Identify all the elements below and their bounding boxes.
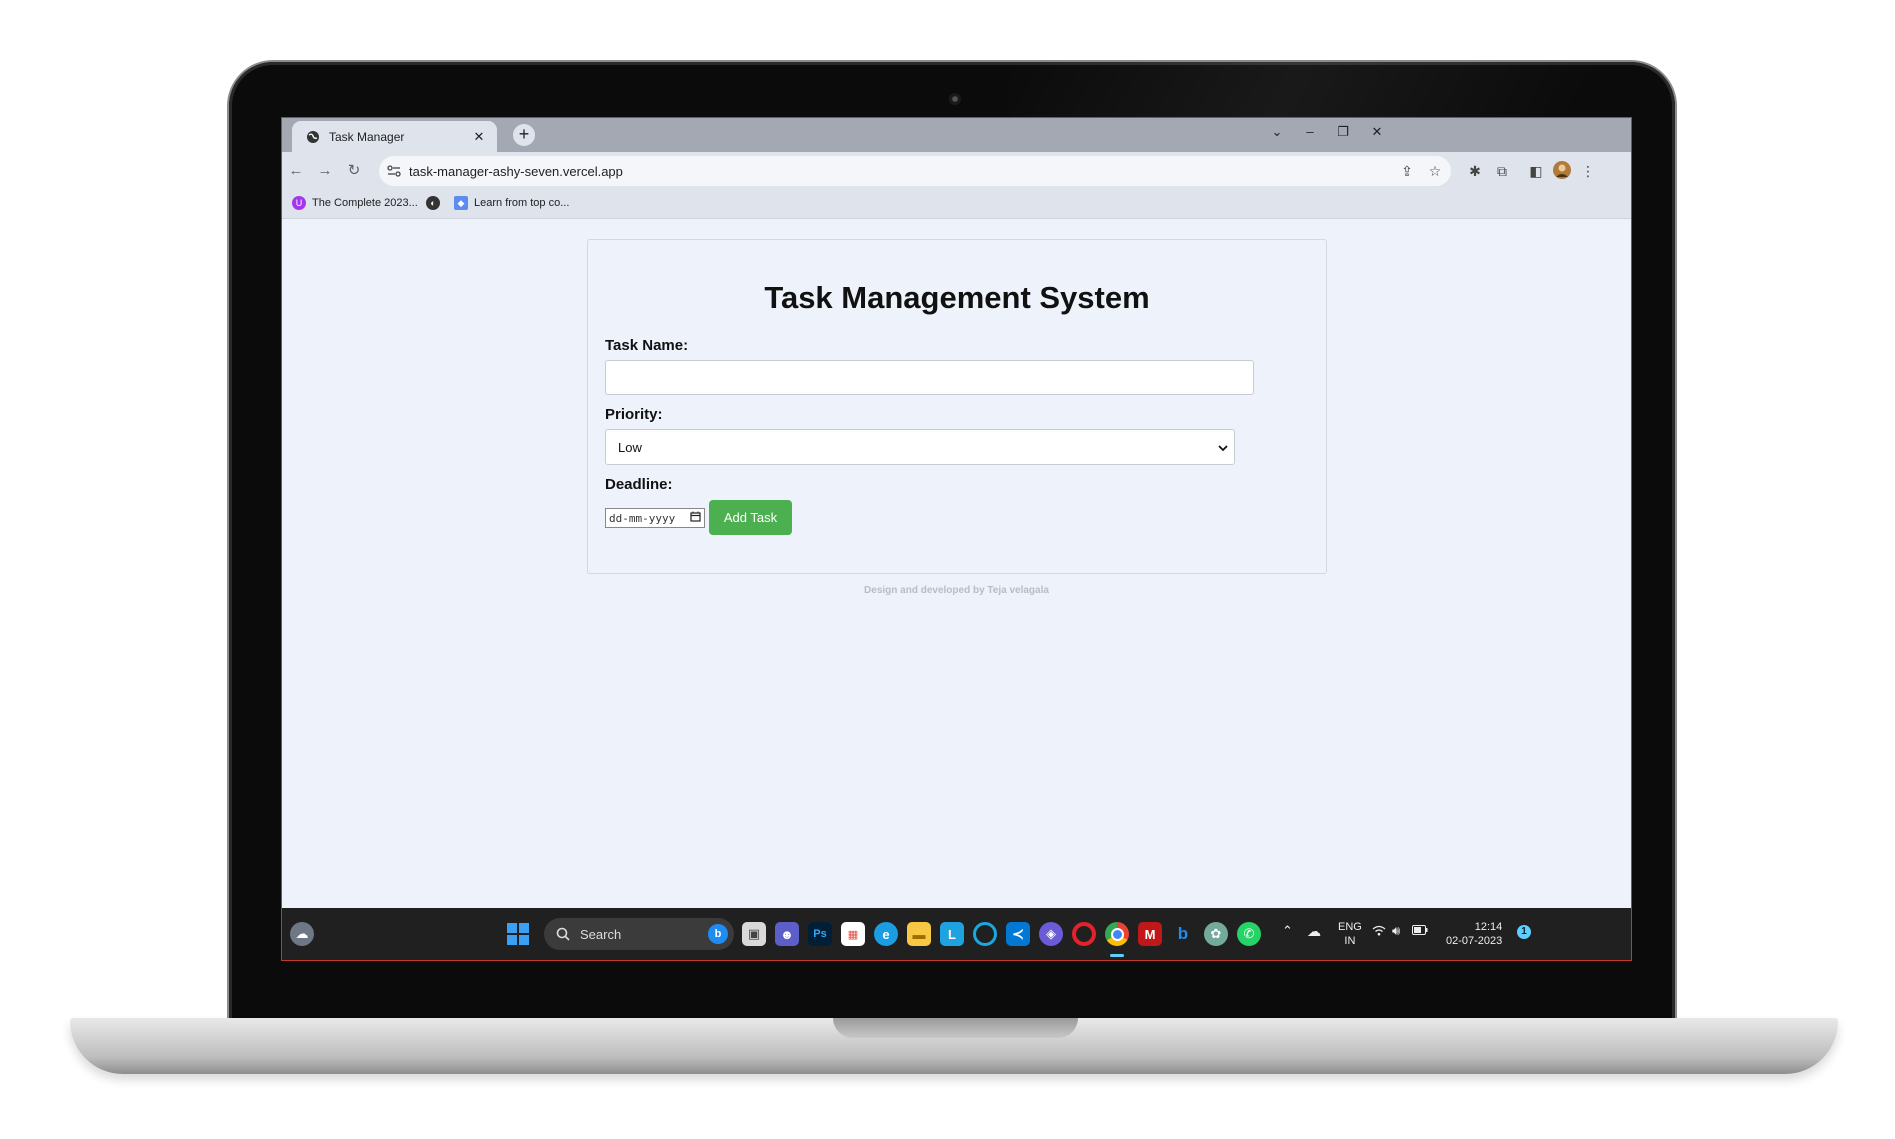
search-icon <box>556 927 572 941</box>
reload-icon[interactable]: ↻ <box>344 161 364 181</box>
tab-strip: Task Manager ✕ + ⌄ – ❐ ✕ <box>282 118 1631 152</box>
page-title: Task Management System <box>764 280 1150 315</box>
file-explorer-icon[interactable]: ▬ <box>907 922 931 946</box>
browser-toolbar: ← → ↻ task-manager-ashy-seven.vercel.app… <box>282 152 1631 190</box>
extensions-puzzle-icon[interactable]: ⧉ <box>1492 161 1512 181</box>
new-tab-button[interactable]: + <box>513 124 535 146</box>
battery-icon[interactable] <box>1412 925 1428 939</box>
menu-kebab-icon[interactable]: ⋮ <box>1578 161 1598 181</box>
priority-selected-value: Low <box>618 439 642 455</box>
edge-icon[interactable]: e <box>874 922 898 946</box>
bookmarks-bar: U The Complete 2023... ◐ ◆ Learn from to… <box>282 190 1631 219</box>
footer-credit: Design and developed by Teja velagala <box>864 585 1049 596</box>
deadline-date-input[interactable]: dd-mm-yyyy <box>605 508 705 528</box>
globe-icon: ◐ <box>426 196 440 210</box>
task-view-icon[interactable]: ▣ <box>742 922 766 946</box>
deadline-label: Deadline: <box>605 476 673 493</box>
bookmark-label: The Complete 2023... <box>312 197 418 209</box>
chrome-icon[interactable] <box>1105 922 1129 946</box>
screen: Task Manager ✕ + ⌄ – ❐ ✕ ← → ↻ task-mana… <box>281 117 1632 961</box>
bookmark-item[interactable]: ◆ Learn from top co... <box>454 196 569 210</box>
weather-widget-icon[interactable]: ☁ <box>290 922 314 946</box>
webcam <box>949 93 961 105</box>
windows-taskbar: ☁ Search b ▣ ☻ Ps ▦ e ▬ L ≺ ◈ M b ✿ ✆ ⌃ … <box>282 908 1631 960</box>
teams-chat-icon[interactable]: ☻ <box>775 922 799 946</box>
task-form-card: Task Management System Task Name: Priori… <box>587 239 1327 574</box>
region-text: IN <box>1344 935 1356 947</box>
taskbar-search[interactable]: Search b <box>544 918 734 950</box>
calendar-icon[interactable] <box>690 511 701 525</box>
language-text: ENG <box>1338 921 1362 933</box>
page-content: Task Management System Task Name: Priori… <box>282 219 1631 908</box>
mcafee-icon[interactable]: M <box>1138 922 1162 946</box>
windows-start-icon[interactable] <box>506 922 530 946</box>
tab-title: Task Manager <box>329 129 405 144</box>
chatgpt-icon[interactable]: ✿ <box>1204 922 1228 946</box>
globe-icon <box>306 130 320 144</box>
volume-icon[interactable]: 🔊︎ <box>1392 924 1400 938</box>
profile-avatar[interactable] <box>1552 161 1572 181</box>
add-task-button[interactable]: Add Task <box>709 500 792 535</box>
chrome-active-indicator <box>1110 954 1124 957</box>
restore-icon[interactable]: ❐ <box>1333 124 1353 140</box>
tab-close-icon[interactable]: ✕ <box>471 129 487 145</box>
gem-icon: ◆ <box>454 196 468 210</box>
share-icon[interactable]: ⇪ <box>1395 163 1419 180</box>
chevron-down-icon <box>1218 440 1228 455</box>
vscode-icon[interactable]: ≺ <box>1006 922 1030 946</box>
side-panel-icon[interactable]: ◧ <box>1526 161 1546 181</box>
site-info-icon[interactable] <box>385 165 403 177</box>
bookmark-item[interactable]: ◐ <box>426 196 446 210</box>
address-bar[interactable]: task-manager-ashy-seven.vercel.app ⇪ ☆ <box>379 156 1451 186</box>
store-icon[interactable]: ▦ <box>841 922 865 946</box>
priority-label: Priority: <box>605 406 663 423</box>
close-window-icon[interactable]: ✕ <box>1367 124 1387 140</box>
opera-icon[interactable] <box>1072 922 1096 946</box>
chevron-up-icon[interactable]: ⌃ <box>1282 924 1293 938</box>
browser-tab[interactable]: Task Manager ✕ <box>292 121 497 152</box>
priority-select[interactable]: Low <box>605 429 1235 465</box>
task-name-label: Task Name: <box>605 337 689 354</box>
clock-time: 12:14 <box>1474 921 1503 933</box>
laptop-notch <box>833 1018 1078 1038</box>
notification-badge[interactable]: 1 <box>1517 925 1531 939</box>
url-text[interactable]: task-manager-ashy-seven.vercel.app <box>409 164 1395 179</box>
clock[interactable]: 12:14 02-07-2023 <box>1446 920 1502 948</box>
search-label: Search <box>580 926 622 942</box>
extension-bug-icon[interactable]: ✱ <box>1465 161 1485 181</box>
bing-chat-icon[interactable]: b <box>708 924 728 944</box>
whatsapp-icon[interactable]: ✆ <box>1237 922 1261 946</box>
udemy-icon: U <box>292 196 306 210</box>
minimize-icon[interactable]: – <box>1300 124 1320 139</box>
copilot-icon[interactable]: ◈ <box>1039 922 1063 946</box>
tab-search-icon[interactable]: ⌄ <box>1267 124 1287 140</box>
onedrive-icon[interactable]: ☁ <box>1307 924 1321 938</box>
back-icon[interactable]: ← <box>286 161 306 181</box>
cortana-icon[interactable] <box>973 922 997 946</box>
bookmark-label: Learn from top co... <box>474 197 570 209</box>
learning-app-icon[interactable]: L <box>940 922 964 946</box>
bing-icon[interactable]: b <box>1171 922 1195 946</box>
deadline-placeholder: dd-mm-yyyy <box>609 511 676 525</box>
forward-icon[interactable]: → <box>315 161 335 181</box>
task-name-input[interactable] <box>605 360 1254 395</box>
bookmark-item[interactable]: U The Complete 2023... <box>292 196 418 210</box>
wifi-icon[interactable] <box>1372 925 1386 940</box>
clock-date: 02-07-2023 <box>1446 935 1503 947</box>
language-indicator[interactable]: ENG IN <box>1338 920 1362 948</box>
bookmark-star-icon[interactable]: ☆ <box>1423 163 1447 180</box>
photoshop-icon[interactable]: Ps <box>808 922 832 946</box>
